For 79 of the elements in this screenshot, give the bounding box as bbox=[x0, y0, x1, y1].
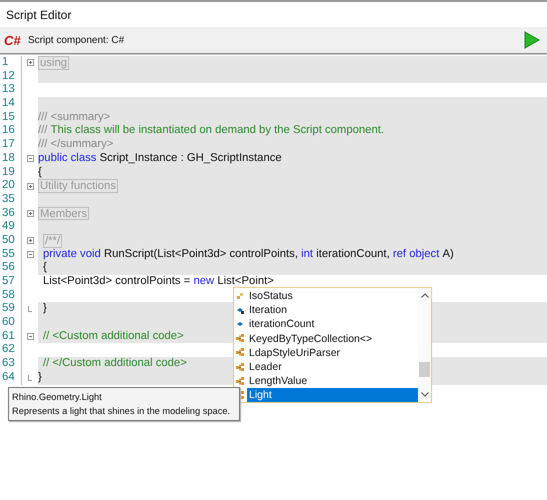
completion-item[interactable]: Iteration bbox=[247, 303, 418, 318]
component-label: Script component: C# bbox=[28, 34, 126, 46]
line-number: 12 bbox=[0, 70, 22, 84]
line-number: 18 bbox=[0, 152, 22, 166]
keyword-text: public class bbox=[38, 152, 96, 166]
property-icon bbox=[236, 292, 245, 301]
field-icon bbox=[236, 306, 245, 315]
scroll-down-icon[interactable] bbox=[420, 392, 428, 397]
keyword-text: int bbox=[301, 248, 314, 262]
expand-icon[interactable] bbox=[26, 237, 34, 244]
line-number: 16 bbox=[0, 124, 22, 138]
line-number: 15 bbox=[0, 110, 22, 124]
expand-icon[interactable] bbox=[26, 59, 34, 66]
class-icon bbox=[236, 348, 245, 358]
line-number: 14 bbox=[0, 97, 22, 111]
line-number: 58 bbox=[0, 288, 22, 302]
line-number: 17 bbox=[0, 138, 22, 152]
line-number: 61 bbox=[0, 330, 22, 344]
completion-item[interactable]: LdapStyleUriParser bbox=[247, 346, 418, 360]
tooltip-description: Represents a light that shines in the modeling space. bbox=[12, 405, 232, 418]
line-number: 60 bbox=[0, 316, 22, 330]
line-number: 1 bbox=[0, 56, 22, 70]
line-number: 35 bbox=[0, 192, 22, 207]
completion-item[interactable]: LengthValue bbox=[247, 374, 418, 388]
doc-comment-text: /// <summary> bbox=[38, 110, 110, 124]
fold-end-icon bbox=[28, 374, 32, 381]
doc-comment-text: /// </summary> bbox=[38, 138, 114, 152]
comment-text: This class will be instantiated on demand by the Script component. bbox=[50, 124, 384, 138]
class-icon bbox=[236, 376, 245, 386]
code-text: { bbox=[38, 166, 42, 180]
comment-text: // </Custom additional code> bbox=[43, 357, 187, 371]
completion-item[interactable]: KeyedByTypeCollection<> bbox=[247, 332, 418, 346]
completion-item[interactable]: Leader bbox=[247, 360, 418, 374]
comment-text: // <Custom additional code> bbox=[43, 330, 184, 344]
collapse-icon[interactable] bbox=[26, 333, 34, 340]
window-title: Script Editor bbox=[6, 8, 72, 22]
play-icon[interactable] bbox=[524, 31, 540, 49]
fold-end-icon bbox=[28, 306, 32, 312]
line-number: 63 bbox=[0, 357, 22, 371]
csharp-logo: C# bbox=[4, 32, 22, 48]
line-number: 62 bbox=[0, 343, 22, 358]
doc-comment-text: /// bbox=[38, 124, 48, 138]
collapse-icon[interactable] bbox=[26, 155, 34, 162]
tooltip-title: Rhino.Geometry.Light bbox=[12, 391, 103, 404]
line-number: 13 bbox=[0, 83, 22, 98]
line-number: 55 bbox=[0, 248, 22, 262]
scroll-up-icon[interactable] bbox=[420, 293, 428, 298]
code-text: List<Point3d> controlPoints = bbox=[43, 275, 190, 289]
collapse-icon[interactable] bbox=[26, 250, 34, 258]
code-text: { bbox=[43, 261, 47, 275]
code-text: A) bbox=[442, 248, 454, 262]
line-number: 57 bbox=[0, 275, 22, 289]
line-number: 19 bbox=[0, 166, 22, 180]
scrollbar[interactable] bbox=[418, 288, 431, 402]
field-icon bbox=[236, 320, 245, 329]
code-text: Script_Instance : GH_ScriptInstance bbox=[100, 152, 282, 166]
completion-item[interactable]: Light bbox=[247, 388, 418, 402]
scroll-thumb[interactable] bbox=[419, 362, 430, 376]
line-number: 56 bbox=[0, 261, 22, 275]
code-text: } bbox=[38, 370, 42, 384]
code-text: RunScript(List<Point3d> controlPoints, bbox=[104, 248, 298, 262]
keyword-text: ref object bbox=[392, 248, 440, 262]
expand-icon[interactable] bbox=[26, 210, 34, 217]
code-text: } bbox=[43, 302, 47, 316]
line-number: 20 bbox=[0, 179, 22, 193]
expand-icon[interactable] bbox=[26, 182, 34, 190]
class-icon bbox=[236, 362, 245, 372]
line-number: 36 bbox=[0, 206, 22, 220]
line-number: 59 bbox=[0, 302, 22, 316]
line-number: 49 bbox=[0, 220, 22, 234]
line-number: 64 bbox=[0, 370, 22, 384]
code-text: iterationCount, bbox=[316, 248, 390, 262]
completion-item[interactable]: IsoStatus bbox=[247, 289, 418, 304]
keyword-text: private void bbox=[43, 248, 101, 262]
completion-item[interactable]: iterationCount bbox=[247, 317, 418, 332]
line-number: 50 bbox=[0, 234, 22, 248]
code-text: List<Point> bbox=[217, 275, 274, 289]
keyword-text: new bbox=[193, 275, 214, 289]
class-icon bbox=[236, 334, 245, 344]
